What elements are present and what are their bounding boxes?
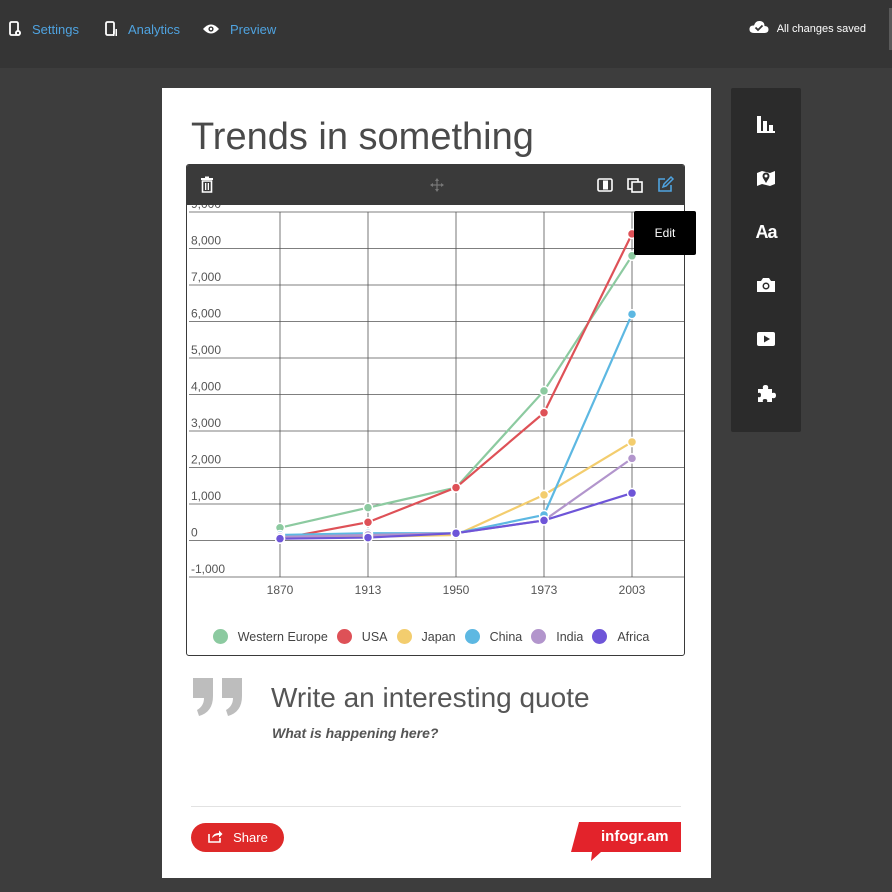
data-point xyxy=(626,453,638,464)
y-tick-label: 4,000 xyxy=(191,380,221,394)
text-icon[interactable]: Aa xyxy=(753,219,779,245)
brand-label: infogr.am xyxy=(601,828,669,845)
legend-label: China xyxy=(489,629,523,644)
data-point xyxy=(538,385,550,397)
map-icon[interactable] xyxy=(753,165,779,191)
quote-icon xyxy=(191,676,247,723)
y-tick-label: -1,000 xyxy=(191,562,225,576)
chart-legend: Western Europe USA Japan China India Africa xyxy=(187,629,684,644)
duplicate-icon[interactable] xyxy=(625,175,645,195)
y-tick-label: 9,000 xyxy=(191,205,221,211)
cloud-check-icon xyxy=(749,20,769,37)
legend-label: India xyxy=(556,629,584,644)
share-icon xyxy=(207,829,223,846)
analytics-nav-label: Analytics xyxy=(128,21,181,37)
legend-label: Japan xyxy=(421,629,456,644)
preview-nav-label: Preview xyxy=(230,21,277,37)
top-bar: Settings Analytics Preview All changes s… xyxy=(0,0,892,68)
bar-chart-icon[interactable] xyxy=(753,111,779,137)
x-tick-label: 1870 xyxy=(267,583,294,597)
infographic-card: Trends in something 9,000 8,000 7,000 6,000… xyxy=(162,88,711,878)
legend-label: Western Europe xyxy=(237,629,328,644)
legend-swatch xyxy=(464,629,480,644)
trash-icon[interactable] xyxy=(197,175,217,195)
data-point xyxy=(626,487,638,499)
text-icon-label: Aa xyxy=(755,221,777,242)
data-point xyxy=(362,517,374,528)
y-tick-label: 0 xyxy=(191,526,198,540)
insert-panel: Aa xyxy=(731,88,801,432)
page-title[interactable]: Trends in something xyxy=(191,116,534,159)
camera-icon[interactable] xyxy=(753,272,779,298)
legend-swatch xyxy=(396,629,412,644)
data-point xyxy=(362,502,374,513)
analytics-nav[interactable]: Analytics xyxy=(104,20,180,38)
legend-label: Africa xyxy=(617,629,650,644)
eye-icon xyxy=(202,23,220,35)
x-tick-label: 1950 xyxy=(443,583,470,597)
y-tick-label: 7,000 xyxy=(191,270,221,284)
footer-divider xyxy=(191,806,681,807)
phone-chart-icon xyxy=(104,21,118,37)
y-tick-label: 5,000 xyxy=(191,343,221,357)
quote-title[interactable]: Write an interesting quote xyxy=(271,682,590,714)
mobile-view-icon[interactable] xyxy=(595,175,615,195)
legend-item[interactable]: Japan xyxy=(396,629,456,644)
legend-item[interactable]: India xyxy=(531,629,583,644)
legend-item[interactable]: Western Europe xyxy=(212,629,328,644)
data-point xyxy=(538,489,550,501)
data-point xyxy=(274,533,286,544)
chart-block[interactable]: 9,000 8,000 7,000 6,000 5,000 4,000 3,000 2,000… xyxy=(186,164,685,656)
y-tick-label: 2,000 xyxy=(191,453,221,467)
legend-item[interactable]: USA xyxy=(336,629,388,644)
preview-nav[interactable]: Preview xyxy=(202,20,276,38)
save-status-label: All changes saved xyxy=(776,22,866,35)
settings-nav-label: Settings xyxy=(32,21,79,37)
y-tick-label: 3,000 xyxy=(191,416,221,430)
data-point xyxy=(626,308,638,320)
video-icon[interactable] xyxy=(753,326,779,352)
edit-tooltip: Edit xyxy=(634,211,696,255)
data-point xyxy=(538,407,550,418)
save-status: All changes saved xyxy=(749,20,866,37)
legend-swatch xyxy=(531,629,547,644)
legend-label: USA xyxy=(361,629,388,644)
share-button[interactable]: Share xyxy=(191,823,284,852)
data-point xyxy=(362,532,374,543)
chart-toolbar xyxy=(187,165,684,205)
data-point xyxy=(450,482,462,493)
line-chart[interactable]: 9,000 8,000 7,000 6,000 5,000 4,000 3,000 2,000… xyxy=(187,205,684,625)
y-tick-label: 6,000 xyxy=(191,307,221,321)
x-tick-label: 1973 xyxy=(531,583,558,597)
legend-item[interactable]: China xyxy=(464,629,523,644)
phone-gear-icon xyxy=(8,21,22,37)
edit-icon[interactable] xyxy=(655,175,675,195)
data-point xyxy=(538,515,550,526)
legend-swatch xyxy=(592,629,608,644)
legend-swatch xyxy=(336,629,352,644)
settings-nav[interactable]: Settings xyxy=(8,20,79,38)
x-tick-label: 2003 xyxy=(619,583,646,597)
brand-logo[interactable]: infogr.am xyxy=(571,822,681,862)
quote-subtitle[interactable]: What is happening here? xyxy=(272,725,438,741)
y-tick-label: 8,000 xyxy=(191,234,221,248)
y-tick-label: 1,000 xyxy=(191,489,221,503)
puzzle-icon[interactable] xyxy=(753,380,779,406)
legend-swatch xyxy=(212,629,228,644)
data-point xyxy=(450,527,462,539)
data-point xyxy=(626,436,638,448)
move-icon[interactable] xyxy=(427,175,447,195)
share-label: Share xyxy=(233,830,268,845)
x-tick-label: 1913 xyxy=(355,583,382,597)
legend-item[interactable]: Africa xyxy=(592,629,649,644)
